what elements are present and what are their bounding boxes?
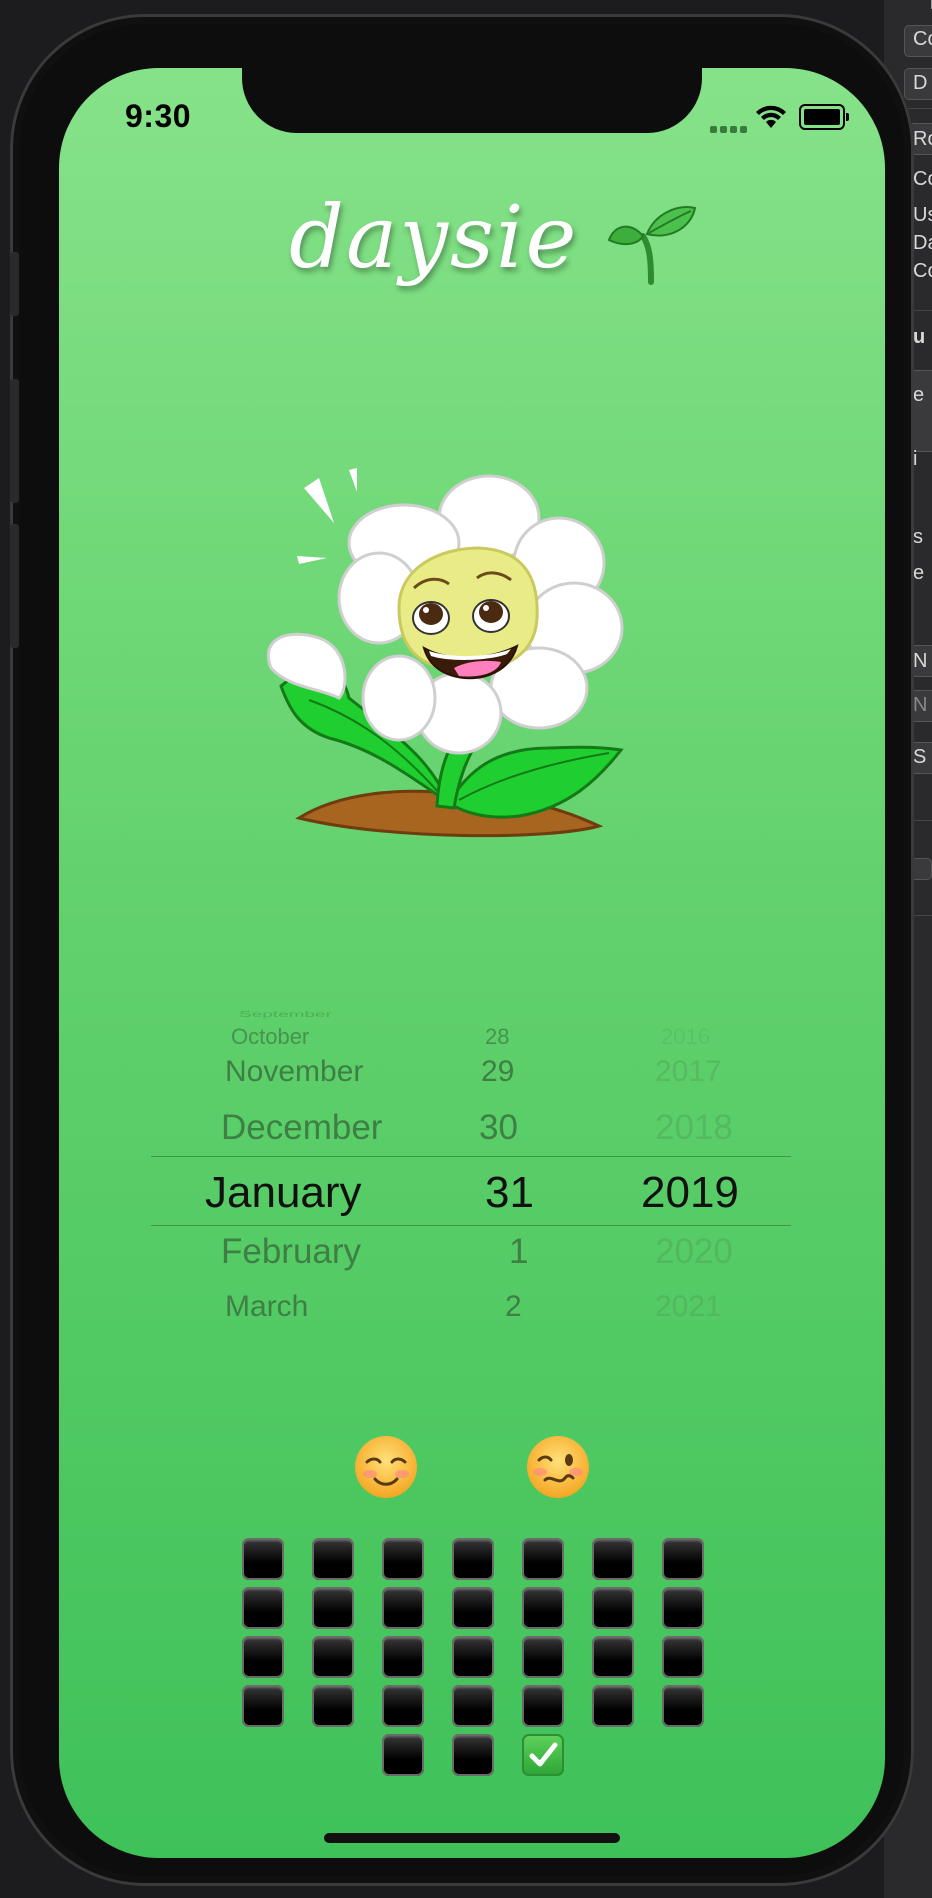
picker-year-column[interactable]: 2016 2017 2018 2019 2020 2021 xyxy=(599,938,759,1323)
day-square[interactable] xyxy=(382,1587,424,1629)
day-square[interactable] xyxy=(522,1538,564,1580)
day-square[interactable] xyxy=(592,1587,634,1629)
picker-month-option[interactable]: March xyxy=(225,1290,308,1324)
day-square[interactable] xyxy=(312,1636,354,1678)
wifi-icon xyxy=(756,105,786,128)
day-square[interactable] xyxy=(382,1538,424,1580)
day-square[interactable] xyxy=(452,1538,494,1580)
picker-day-selected[interactable]: 31 xyxy=(485,1168,534,1218)
inspector-text: D xyxy=(913,72,928,94)
smiling-face-icon[interactable] xyxy=(353,1434,419,1500)
day-square[interactable] xyxy=(522,1685,564,1727)
cellular-signal-icon xyxy=(710,120,750,138)
date-picker[interactable]: September October November December Janu… xyxy=(59,938,885,1323)
checkmark-icon xyxy=(529,1742,558,1767)
picker-year-option[interactable]: 2021 xyxy=(655,1290,722,1324)
day-square[interactable] xyxy=(312,1685,354,1727)
day-square[interactable] xyxy=(592,1636,634,1678)
picker-day-option[interactable]: 1 xyxy=(509,1232,528,1272)
picker-year-selected[interactable]: 2019 xyxy=(641,1168,739,1218)
notch xyxy=(242,68,702,133)
picker-month-option[interactable]: December xyxy=(221,1108,382,1148)
day-square[interactable] xyxy=(452,1685,494,1727)
picker-month-option[interactable]: November xyxy=(225,1055,363,1089)
phone-frame: 9:30 daysie September October November D… xyxy=(10,14,914,1886)
volume-up-button xyxy=(10,379,19,503)
day-square[interactable] xyxy=(592,1538,634,1580)
inspector-text: Da xyxy=(913,232,932,254)
inspector-text: u xyxy=(913,326,926,348)
home-indicator xyxy=(324,1833,620,1843)
picker-month-option[interactable]: September xyxy=(239,1010,332,1020)
day-square[interactable] xyxy=(242,1636,284,1678)
inspector-text: S xyxy=(913,746,927,768)
picker-month-option[interactable]: February xyxy=(221,1232,361,1272)
status-time: 9:30 xyxy=(125,98,192,134)
inspector-text: N xyxy=(913,694,928,716)
day-square[interactable] xyxy=(382,1636,424,1678)
day-square[interactable] xyxy=(522,1636,564,1678)
day-square[interactable] xyxy=(452,1587,494,1629)
inspector-text: s xyxy=(913,526,923,548)
day-square[interactable] xyxy=(312,1538,354,1580)
day-square[interactable] xyxy=(662,1685,704,1727)
inspector-text: Co xyxy=(913,260,932,282)
picker-day-column[interactable]: 28 29 30 31 1 2 xyxy=(459,938,569,1323)
day-square[interactable] xyxy=(242,1685,284,1727)
app-screen: 9:30 daysie September October November D… xyxy=(59,68,885,1858)
woozy-face-icon[interactable] xyxy=(525,1434,591,1500)
day-square[interactable] xyxy=(312,1587,354,1629)
picker-year-option[interactable]: 2020 xyxy=(655,1232,733,1272)
picker-day-option[interactable]: 30 xyxy=(479,1108,518,1148)
day-square[interactable] xyxy=(452,1734,494,1776)
day-square[interactable] xyxy=(592,1685,634,1727)
day-square[interactable] xyxy=(242,1587,284,1629)
picker-year-option[interactable]: 2017 xyxy=(655,1055,722,1089)
picker-month-selected[interactable]: January xyxy=(205,1168,362,1218)
inspector-text: e xyxy=(913,384,925,406)
day-square[interactable] xyxy=(242,1538,284,1580)
sprout-icon xyxy=(607,206,697,285)
picker-year-option[interactable]: 2016 xyxy=(661,1024,710,1050)
picker-month-option[interactable]: October xyxy=(231,1024,309,1050)
inspector-text: Co xyxy=(913,28,932,50)
inspector-text: Ro xyxy=(913,128,932,150)
day-square[interactable] xyxy=(382,1734,424,1776)
inspector-text: N xyxy=(913,650,928,672)
logo-text: daysie xyxy=(289,188,579,288)
battery-icon xyxy=(799,104,849,130)
inspector-text: Co xyxy=(913,168,932,190)
day-square[interactable] xyxy=(452,1636,494,1678)
picker-day-option[interactable]: 2 xyxy=(505,1290,522,1324)
day-square-checked[interactable] xyxy=(522,1734,564,1776)
day-square[interactable] xyxy=(662,1587,704,1629)
picker-day-option[interactable]: 29 xyxy=(481,1055,514,1089)
inspector-text: Us xyxy=(913,204,932,226)
day-square[interactable] xyxy=(382,1685,424,1727)
app-logo: daysie xyxy=(289,188,709,308)
picker-year-option[interactable]: 2018 xyxy=(655,1108,733,1148)
daisy-character-illustration xyxy=(267,468,624,838)
day-square[interactable] xyxy=(662,1636,704,1678)
picker-day-option[interactable]: 28 xyxy=(485,1024,509,1050)
volume-down-button xyxy=(10,524,19,648)
picker-month-column[interactable]: September October November December Janu… xyxy=(59,938,419,1323)
inspector-text: e xyxy=(913,562,925,584)
day-square[interactable] xyxy=(662,1538,704,1580)
ringer-switch xyxy=(10,252,19,316)
day-square[interactable] xyxy=(522,1587,564,1629)
